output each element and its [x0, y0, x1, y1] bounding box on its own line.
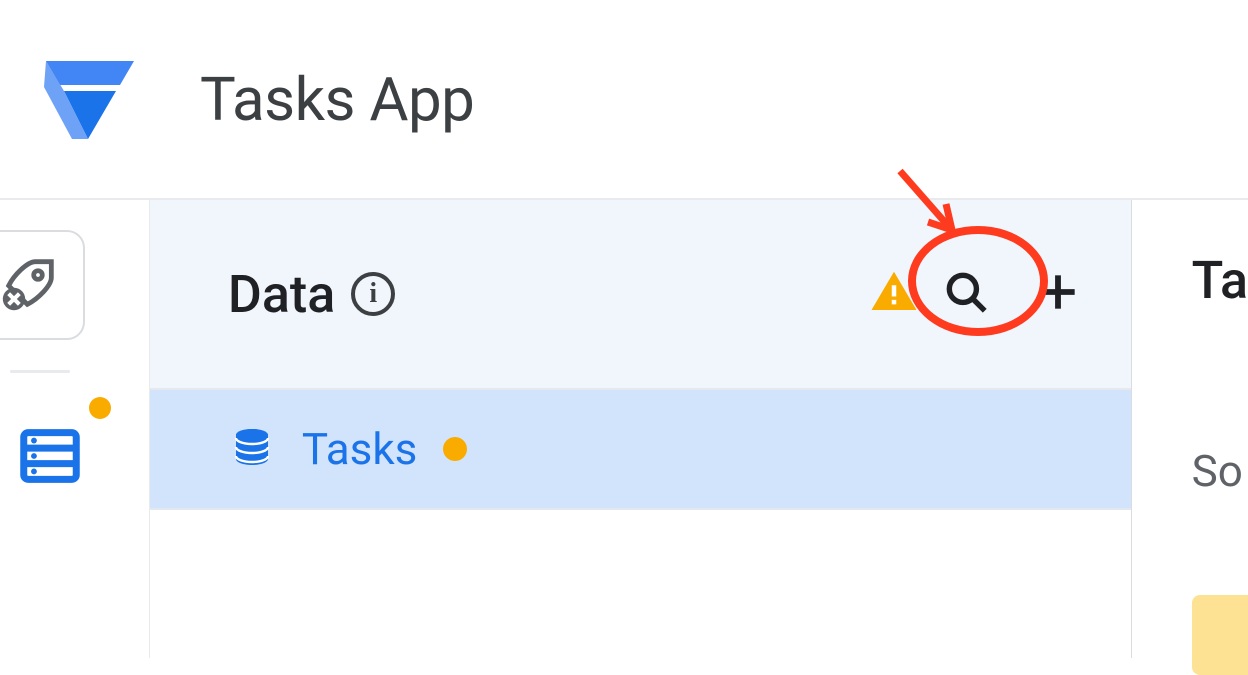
table-detail-subrow: So [1192, 445, 1243, 497]
table-detail-panel: Ta So [1132, 200, 1248, 658]
data-tables-list: Tasks [150, 390, 1131, 510]
nav-divider [10, 370, 70, 373]
info-icon[interactable]: i [351, 272, 395, 316]
data-panel-header: Data i [150, 200, 1131, 390]
data-table-row[interactable]: Tasks [150, 390, 1131, 510]
data-table-label: Tasks [302, 423, 417, 475]
nav-data-warning-badge [89, 397, 111, 419]
nav-launch-button[interactable] [0, 230, 85, 340]
status-dot-warning [443, 437, 467, 461]
app-title: Tasks App [200, 64, 474, 135]
appsheet-logo-icon [40, 47, 140, 151]
add-table-button[interactable] [1033, 267, 1083, 321]
rocket-icon [0, 251, 62, 319]
warning-icon[interactable] [867, 265, 921, 323]
warning-banner [1192, 595, 1248, 675]
plus-icon [1033, 302, 1083, 321]
nav-data-button[interactable] [0, 403, 105, 513]
app-header: Tasks App [0, 0, 1248, 200]
table-detail-title: Ta [1192, 250, 1248, 311]
data-panel: Data i [149, 200, 1132, 658]
data-panel-title: Data [228, 264, 335, 325]
database-icon [15, 421, 85, 495]
table-icon [228, 423, 276, 475]
left-nav-rail [0, 200, 149, 658]
search-icon[interactable] [941, 267, 991, 321]
